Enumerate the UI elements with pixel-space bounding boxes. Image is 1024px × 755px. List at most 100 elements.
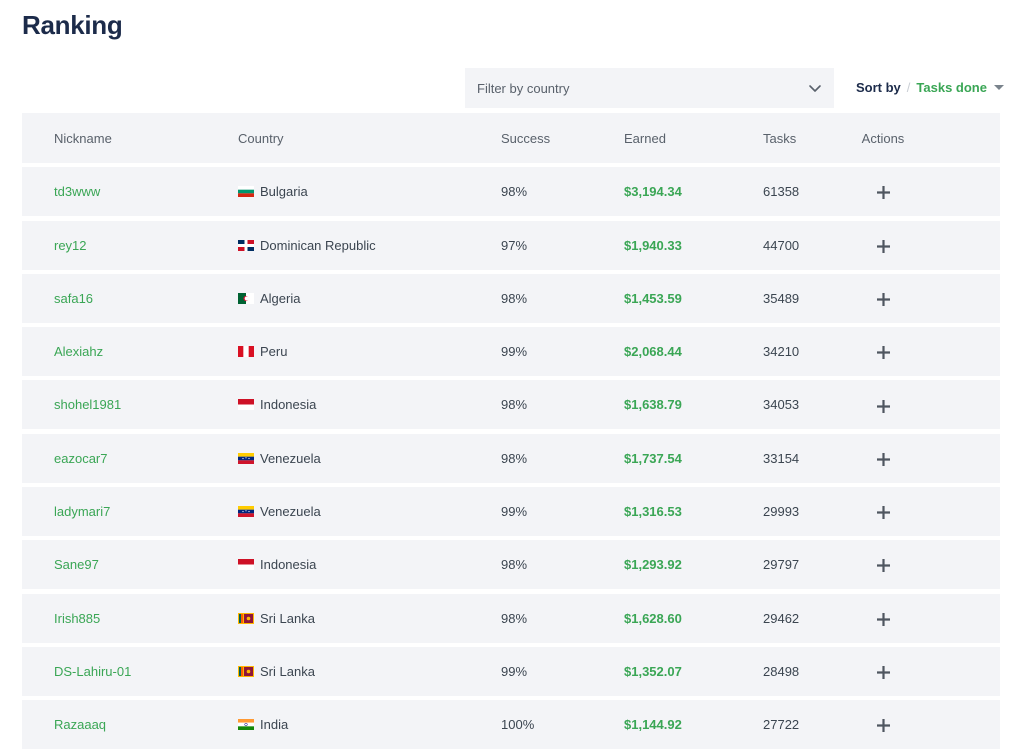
table-row: ladymari7 Venezuela 99% $1,316.53 29993 bbox=[22, 487, 1000, 537]
table-row: safa16 Algeria 98% $1,453.59 35489 bbox=[22, 273, 1000, 323]
header-actions: Actions bbox=[861, 130, 905, 146]
nickname-cell: ladymari7 bbox=[22, 504, 238, 519]
earned-cell: $1,940.33 bbox=[624, 237, 682, 253]
nickname-link[interactable]: Alexiahz bbox=[54, 344, 103, 359]
success-cell: 98% bbox=[501, 610, 528, 626]
plus-icon[interactable] bbox=[876, 612, 890, 626]
sort-label: Sort by bbox=[856, 80, 901, 95]
table-header-row: Nickname Country Success Earned Tasks Ac… bbox=[22, 113, 1000, 163]
success-cell: 100% bbox=[501, 717, 535, 733]
tasks-cell: 34210 bbox=[763, 344, 800, 360]
nickname-cell: Sane97 bbox=[22, 557, 238, 572]
country-cell: Bulgaria bbox=[238, 184, 501, 199]
earned-cell: $2,068.44 bbox=[624, 344, 682, 360]
tasks-cell: 29462 bbox=[763, 610, 800, 626]
country-name: Bulgaria bbox=[260, 184, 308, 200]
country-cell: Sri Lanka bbox=[238, 664, 501, 679]
sri-lanka-flag-icon bbox=[238, 612, 254, 624]
nickname-cell: safa16 bbox=[22, 291, 238, 306]
tasks-cell: 33154 bbox=[763, 450, 800, 466]
page-title: Ranking bbox=[22, 10, 123, 40]
plus-icon[interactable] bbox=[876, 239, 890, 253]
bulgaria-flag-icon bbox=[238, 186, 254, 198]
nickname-cell: eazocar7 bbox=[22, 451, 238, 466]
table-row: Alexiahz Peru 99% $2,068.44 34210 bbox=[22, 327, 1000, 377]
plus-icon[interactable] bbox=[876, 506, 890, 520]
plus-icon[interactable] bbox=[876, 559, 890, 573]
actions-cell bbox=[848, 611, 918, 626]
table-row: td3www Bulgaria 98% $3,194.34 61358 bbox=[22, 167, 1000, 217]
country-name: Indonesia bbox=[260, 557, 317, 573]
tasks-cell: 27722 bbox=[763, 717, 800, 733]
actions-cell bbox=[848, 184, 918, 200]
indonesia-flag-icon bbox=[238, 399, 254, 411]
nickname-link[interactable]: Sane97 bbox=[54, 557, 99, 572]
country-name: Dominican Republic bbox=[260, 237, 376, 253]
actions-cell bbox=[848, 664, 918, 679]
sort-control: Sort by / Tasks done bbox=[856, 80, 1004, 95]
plus-icon[interactable] bbox=[876, 186, 890, 200]
plus-icon[interactable] bbox=[876, 452, 890, 466]
tasks-cell: 61358 bbox=[763, 184, 800, 200]
success-cell: 99% bbox=[501, 663, 528, 679]
actions-cell bbox=[848, 717, 918, 733]
success-cell: 99% bbox=[501, 504, 528, 520]
plus-icon[interactable] bbox=[876, 399, 890, 413]
caret-down-icon[interactable] bbox=[993, 85, 1004, 90]
table-row: DS-Lahiru-01 Sri Lanka 99% $1,352.07 28498 bbox=[22, 646, 1000, 696]
country-cell: Indonesia bbox=[238, 397, 501, 412]
success-cell: 98% bbox=[501, 450, 528, 466]
success-cell: 98% bbox=[501, 184, 528, 200]
country-cell: Dominican Republic bbox=[238, 238, 501, 253]
nickname-link[interactable]: ladymari7 bbox=[54, 504, 110, 519]
sort-select[interactable]: Tasks done bbox=[916, 80, 987, 95]
earned-cell: $1,316.53 bbox=[624, 504, 682, 520]
success-cell: 98% bbox=[501, 290, 528, 306]
nickname-cell: Irish885 bbox=[22, 611, 238, 626]
table-row: rey12 Dominican Republic 97% $1,940.33 44700 bbox=[22, 220, 1000, 270]
plus-icon[interactable] bbox=[876, 346, 890, 360]
nickname-link[interactable]: eazocar7 bbox=[54, 451, 107, 466]
nickname-cell: DS-Lahiru-01 bbox=[22, 664, 238, 679]
earned-cell: $1,293.92 bbox=[624, 557, 682, 573]
earned-cell: $1,737.54 bbox=[624, 450, 682, 466]
tasks-cell: 28498 bbox=[763, 663, 800, 679]
success-cell: 98% bbox=[501, 397, 528, 413]
country-name: India bbox=[260, 717, 289, 733]
plus-icon[interactable] bbox=[876, 719, 890, 733]
ranking-table: Nickname Country Success Earned Tasks Ac… bbox=[22, 113, 1000, 754]
nickname-link[interactable]: td3www bbox=[54, 184, 100, 199]
nickname-link[interactable]: DS-Lahiru-01 bbox=[54, 664, 131, 679]
actions-cell bbox=[848, 397, 918, 413]
nickname-link[interactable]: Irish885 bbox=[54, 611, 100, 626]
nickname-cell: Razaaaq bbox=[22, 717, 238, 732]
algeria-flag-icon bbox=[238, 292, 254, 304]
country-cell: Sri Lanka bbox=[238, 611, 501, 626]
country-filter-dropdown[interactable]: Filter by country bbox=[465, 68, 834, 108]
country-name: Venezuela bbox=[260, 450, 321, 466]
actions-cell bbox=[848, 557, 918, 573]
header-success: Success bbox=[501, 130, 551, 146]
success-cell: 97% bbox=[501, 237, 528, 253]
nickname-link[interactable]: rey12 bbox=[54, 238, 87, 253]
country-name: Peru bbox=[260, 344, 288, 360]
country-name: Indonesia bbox=[260, 397, 317, 413]
plus-icon[interactable] bbox=[876, 666, 890, 679]
tasks-cell: 44700 bbox=[763, 237, 800, 253]
tasks-cell: 29993 bbox=[763, 504, 800, 520]
actions-cell bbox=[848, 291, 918, 306]
nickname-link[interactable]: shohel1981 bbox=[54, 397, 121, 412]
tasks-cell: 34053 bbox=[763, 397, 800, 413]
sri-lanka-flag-icon bbox=[238, 665, 254, 677]
country-name: Venezuela bbox=[260, 504, 321, 520]
plus-icon[interactable] bbox=[876, 292, 890, 306]
nickname-cell: shohel1981 bbox=[22, 397, 238, 412]
actions-cell bbox=[848, 504, 918, 520]
country-name: Sri Lanka bbox=[260, 610, 315, 626]
actions-cell bbox=[848, 451, 918, 466]
earned-cell: $1,638.79 bbox=[624, 397, 682, 413]
success-cell: 99% bbox=[501, 344, 528, 360]
header-nickname: Nickname bbox=[54, 130, 112, 146]
nickname-link[interactable]: Razaaaq bbox=[54, 717, 106, 732]
nickname-link[interactable]: safa16 bbox=[54, 291, 93, 306]
